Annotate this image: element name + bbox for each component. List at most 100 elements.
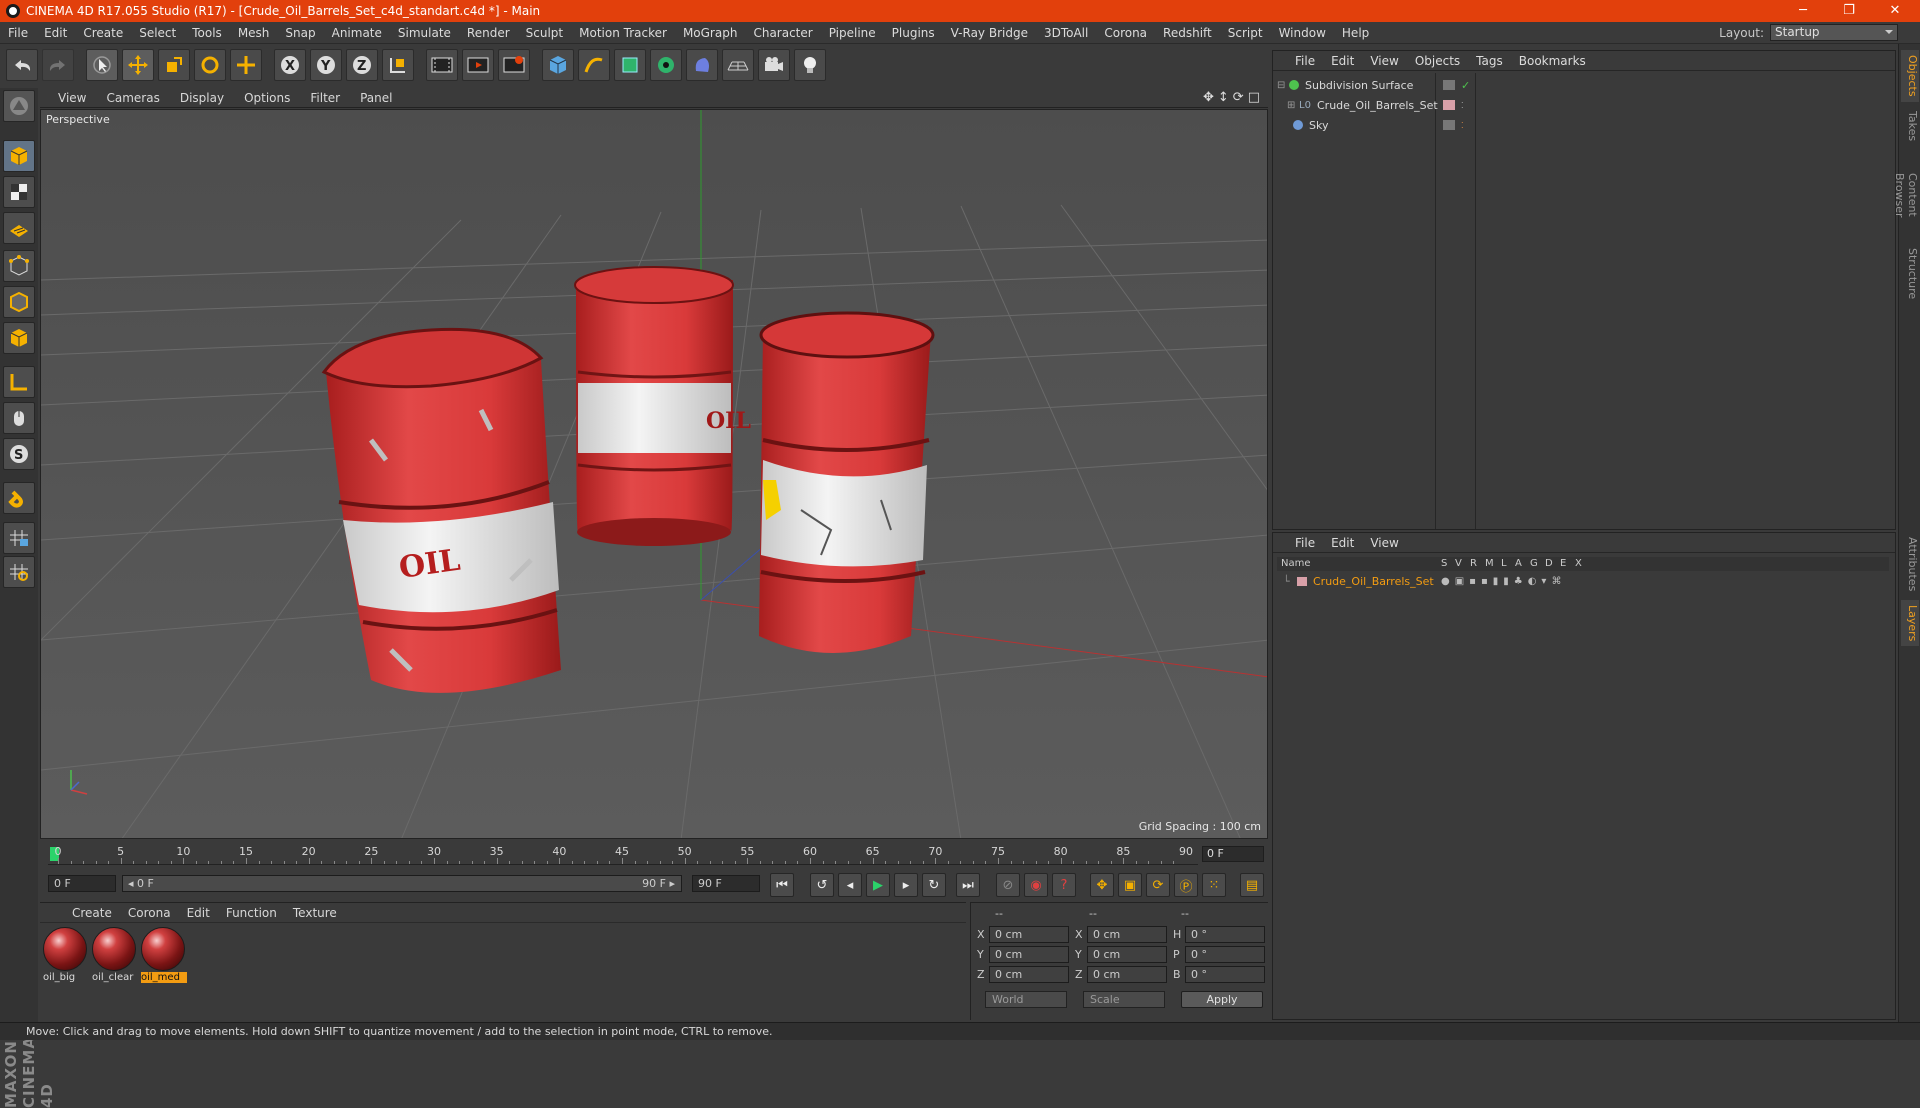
grid-snap-icon[interactable] <box>3 556 35 588</box>
menu-render[interactable]: Render <box>459 26 518 40</box>
points-mode-icon[interactable] <box>3 250 35 282</box>
transform-tool-icon[interactable] <box>230 49 262 81</box>
layer-col-locked[interactable]: L <box>1501 558 1507 569</box>
next-key-icon[interactable]: ↻ <box>922 873 946 897</box>
layer-color-swatch[interactable] <box>1297 576 1307 586</box>
layers-menu-edit[interactable]: Edit <box>1323 536 1362 550</box>
layer-col-render[interactable]: R <box>1470 558 1477 569</box>
make-editable-icon[interactable] <box>3 90 35 122</box>
texture-mode-icon[interactable] <box>3 176 35 208</box>
menu-character[interactable]: Character <box>745 26 820 40</box>
objects-menu-bookmarks[interactable]: Bookmarks <box>1511 54 1594 68</box>
record-position-icon[interactable]: ✥ <box>1090 873 1114 897</box>
viewport-menu-options[interactable]: Options <box>234 91 300 105</box>
edges-mode-icon[interactable] <box>3 286 35 318</box>
viewport-menu-filter[interactable]: Filter <box>300 91 350 105</box>
move-tool-icon[interactable] <box>122 49 154 81</box>
render-picture-viewer-icon[interactable] <box>462 49 494 81</box>
rotation-p-field[interactable]: 0 ° <box>1185 946 1265 963</box>
viewport-pan-icon[interactable]: ✥ <box>1203 90 1214 105</box>
axis-mode-icon[interactable] <box>3 366 35 398</box>
layers-menu-view[interactable]: View <box>1362 536 1406 550</box>
menu-animate[interactable]: Animate <box>324 26 390 40</box>
layer-col-view[interactable]: V <box>1455 558 1462 569</box>
tab-structure[interactable]: Structure <box>1901 244 1919 304</box>
position-z-field[interactable]: 0 cm <box>989 966 1069 983</box>
position-y-field[interactable]: 0 cm <box>989 946 1069 963</box>
layer-col-xref[interactable]: X <box>1575 558 1582 569</box>
viewport-menu-view[interactable]: View <box>48 91 96 105</box>
autokeying-icon[interactable]: ? <box>1052 873 1076 897</box>
tab-takes[interactable]: Takes <box>1901 106 1919 146</box>
menu-simulate[interactable]: Simulate <box>390 26 459 40</box>
material-swatch-oil-big[interactable]: oil_big <box>43 927 89 987</box>
menu-plugins[interactable]: Plugins <box>884 26 943 40</box>
tab-content-browser[interactable]: Content Browser <box>1893 150 1919 240</box>
viewport-menu-cameras[interactable]: Cameras <box>96 91 169 105</box>
render-settings-icon[interactable] <box>498 49 530 81</box>
next-frame-icon[interactable]: ▸ <box>894 873 918 897</box>
floor-scene-icon[interactable] <box>722 49 754 81</box>
menu-edit[interactable]: Edit <box>36 26 75 40</box>
menu-help[interactable]: Help <box>1334 26 1377 40</box>
menu-snap[interactable]: Snap <box>277 26 323 40</box>
timeline-window-icon[interactable]: ▤ <box>1240 873 1264 897</box>
layer-col-solo[interactable]: S <box>1441 558 1447 569</box>
viewport-menu-panel[interactable]: Panel <box>350 91 402 105</box>
x-axis-lock-icon[interactable]: X <box>274 49 306 81</box>
object-row[interactable]: Sky ⁚ <box>1277 115 1889 135</box>
viewport-zoom-icon[interactable]: ↕ <box>1218 90 1229 105</box>
coordinate-system-icon[interactable] <box>382 49 414 81</box>
viewport-menu-display[interactable]: Display <box>170 91 234 105</box>
menu-pipeline[interactable]: Pipeline <box>821 26 884 40</box>
layer-color-icon[interactable] <box>1443 100 1455 110</box>
layer-row[interactable]: └ Crude_Oil_Barrels_Set ●▣▪▪▮▮♣◐▾⌘ <box>1277 573 1889 589</box>
visibility-dots-icon[interactable]: ⁚ <box>1461 101 1464 110</box>
menu-corona[interactable]: Corona <box>1096 26 1155 40</box>
layer-col-animation[interactable]: A <box>1515 558 1522 569</box>
restore-button[interactable]: ❐ <box>1826 0 1872 22</box>
tab-layers[interactable]: Layers <box>1901 600 1919 646</box>
go-to-start-icon[interactable]: ⏮ <box>770 873 794 897</box>
menu-tools[interactable]: Tools <box>184 26 230 40</box>
magnet-icon[interactable] <box>3 482 35 514</box>
layers-menu-file[interactable]: File <box>1287 536 1323 550</box>
record-point-level-icon[interactable]: ⁙ <box>1202 873 1226 897</box>
size-x-field[interactable]: 0 cm <box>1087 926 1167 943</box>
current-frame-field[interactable]: 0 F <box>1202 846 1264 862</box>
tweak-mode-icon[interactable] <box>3 402 35 434</box>
model-mode-icon[interactable] <box>3 140 35 172</box>
record-scale-icon[interactable]: ▣ <box>1118 873 1142 897</box>
size-y-field[interactable]: 0 cm <box>1087 946 1167 963</box>
perspective-viewport[interactable]: OIL OIL Perspective Grid Spacing : 100 c… <box>40 109 1268 839</box>
objects-menu-objects[interactable]: Objects <box>1407 54 1468 68</box>
frame-range-slider[interactable]: ◂ 0 F 90 F ▸ <box>122 875 682 892</box>
menu-script[interactable]: Script <box>1220 26 1271 40</box>
start-frame-field[interactable]: 0 F <box>48 875 116 892</box>
objects-menu-file[interactable]: File <box>1287 54 1323 68</box>
material-swatch-oil-med[interactable]: oil_med <box>141 927 187 987</box>
menu-sculpt[interactable]: Sculpt <box>518 26 571 40</box>
visibility-dots-icon[interactable]: ⁚ <box>1461 121 1464 130</box>
position-x-field[interactable]: 0 cm <box>989 926 1069 943</box>
layer-col-generators[interactable]: G <box>1530 558 1538 569</box>
scale-tool-icon[interactable] <box>158 49 190 81</box>
material-menu-corona[interactable]: Corona <box>120 906 179 920</box>
object-row[interactable]: ⊞ L0 Crude_Oil_Barrels_Set ⁚ <box>1277 95 1889 115</box>
spline-pen-icon[interactable] <box>578 49 610 81</box>
material-menu-texture[interactable]: Texture <box>285 906 345 920</box>
layer-col-deformers[interactable]: D <box>1545 558 1553 569</box>
previous-frame-icon[interactable]: ◂ <box>838 873 862 897</box>
rotation-b-field[interactable]: 0 ° <box>1185 966 1265 983</box>
viewport-layout-icon[interactable]: □ <box>1248 90 1260 105</box>
layer-col-expressions[interactable]: E <box>1560 558 1566 569</box>
tab-objects[interactable]: Objects <box>1901 50 1919 102</box>
select-tool-icon[interactable] <box>86 49 118 81</box>
menu-create[interactable]: Create <box>75 26 131 40</box>
object-row[interactable]: ⊟ Subdivision Surface ✓ <box>1277 75 1889 95</box>
minimize-button[interactable]: ─ <box>1780 0 1826 22</box>
layer-flags-icons[interactable]: ●▣▪▪▮▮♣◐▾⌘ <box>1441 576 1566 587</box>
mograph-cloner-icon[interactable] <box>650 49 682 81</box>
viewport-rotate-icon[interactable]: ⟳ <box>1233 90 1244 105</box>
keyframe-selection-icon[interactable]: ⊘ <box>996 873 1020 897</box>
